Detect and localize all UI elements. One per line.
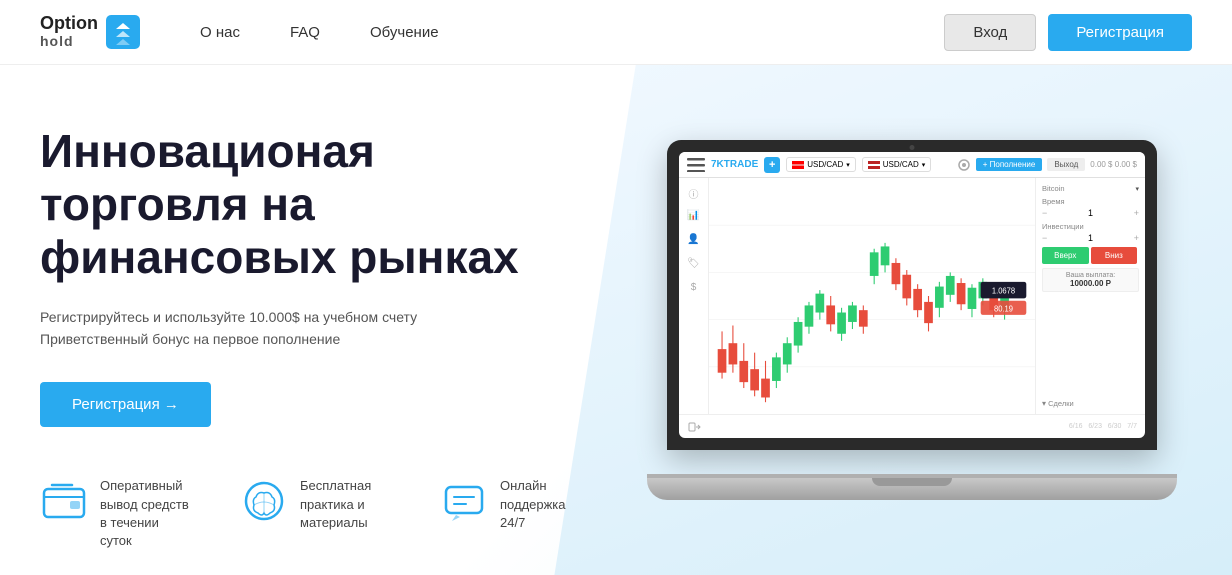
candlestick-chart: 1.0678 80.19 — [709, 178, 1035, 414]
sidebar-icon-tag[interactable]: 🏷 — [687, 258, 701, 272]
balance-display: 0.00 $ 0.00 $ — [1090, 160, 1137, 169]
currency-pair-1[interactable]: USD/CAD ▾ — [786, 157, 856, 172]
flag-icon-1 — [792, 161, 804, 169]
trading-topbar: 7K7KTRADETRADE + USD/CAD ▾ — [679, 152, 1145, 178]
laptop-base — [647, 478, 1177, 500]
flag-icon-2 — [868, 161, 880, 169]
login-button[interactable]: Вход — [944, 14, 1036, 51]
time-minus-btn[interactable]: − — [1042, 208, 1047, 218]
laptop-mockup: 7K7KTRADETRADE + USD/CAD ▾ — [647, 140, 1177, 520]
trading-ui: 7K7KTRADETRADE + USD/CAD ▾ — [679, 152, 1145, 438]
asset-row: Bitcoin ▾ — [1042, 184, 1139, 193]
chat-icon — [440, 477, 488, 525]
time-value: 1 — [1049, 208, 1131, 218]
chevron-down-asset[interactable]: ▾ — [1135, 185, 1139, 193]
hero-subtitle-line2: Приветственный бонус на первое пополнени… — [40, 328, 460, 350]
trading-panel: Bitcoin ▾ Время − 1 + — [1035, 178, 1145, 414]
exit-button[interactable]: Выход — [1047, 158, 1085, 171]
sidebar-icon-info[interactable]: ⓘ — [687, 186, 701, 200]
brain-icon — [240, 477, 288, 525]
hero-right: 7K7KTRADETRADE + USD/CAD ▾ — [632, 65, 1192, 575]
investment-label: Инвестиции — [1042, 222, 1139, 231]
logo-hold-text: hold — [40, 34, 98, 49]
hero-subtitle: Регистрируйтесь и используйте 10.000$ на… — [40, 306, 460, 351]
investment-section: Инвестиции − 1 + — [1042, 222, 1139, 243]
hero-title: Инновационая торговля на финансовых рынк… — [40, 125, 560, 284]
menu-icon — [687, 158, 705, 172]
logo-option-text: Option — [40, 14, 98, 34]
feature-chat-text: Онлайн поддержка 24/7 — [500, 477, 590, 532]
features-list: Оперативный вывод средств в течении суто… — [40, 477, 632, 550]
hero-left: Инновационая торговля на финансовых рынк… — [40, 65, 632, 575]
feature-item-brain: Бесплатная практика и материалы — [240, 477, 390, 550]
payout-label: Ваша выплата: — [1046, 272, 1135, 279]
currency-pair-1-label: USD/CAD — [807, 160, 843, 169]
logo: Option hold — [40, 14, 140, 49]
sidebar-icon-dollar[interactable]: $ — [687, 282, 701, 296]
chevron-down-icon-2: ▾ — [922, 161, 926, 169]
logo-icon — [106, 15, 140, 49]
investment-minus-btn[interactable]: − — [1042, 233, 1047, 243]
feature-item-chat: Онлайн поддержка 24/7 — [440, 477, 590, 550]
chart-area: 1.0678 80.19 — [709, 178, 1035, 414]
asset-label: Bitcoin — [1042, 184, 1065, 193]
trading-main: ⓘ 📊 👤 🏷 $ — [679, 178, 1145, 414]
investment-value: 1 — [1049, 233, 1131, 243]
laptop-screen: 7K7KTRADETRADE + USD/CAD ▾ — [667, 140, 1157, 450]
register-button[interactable]: Регистрация — [1048, 14, 1192, 51]
nav-about[interactable]: О нас — [200, 24, 240, 41]
logout-icon[interactable] — [687, 420, 701, 434]
trade-buttons: Вверх Вниз — [1042, 247, 1139, 264]
header-buttons: Вход Регистрация — [944, 14, 1192, 51]
deals-section: ▾ Сделки — [1042, 399, 1139, 408]
feature-brain-text: Бесплатная практика и материалы — [300, 477, 390, 532]
add-tab-button[interactable]: + — [764, 157, 780, 173]
svg-text:80.19: 80.19 — [994, 304, 1014, 313]
deposit-button[interactable]: + Пополнение — [976, 158, 1043, 171]
svg-text:1.0678: 1.0678 — [992, 286, 1016, 295]
feature-item-wallet: Оперативный вывод средств в течении суто… — [40, 477, 190, 550]
deals-icon: ▾ — [1042, 399, 1046, 408]
time-label: Время — [1042, 197, 1139, 206]
deals-label: Сделки — [1048, 399, 1074, 408]
topbar-right: + Пополнение Выход 0.00 $ 0.00 $ — [957, 158, 1137, 172]
chart-time-labels: 6/16 6/23 6/30 7/7 — [1069, 423, 1137, 430]
settings-icon[interactable] — [957, 158, 971, 172]
trading-bottombar: 6/16 6/23 6/30 7/7 — [679, 414, 1145, 438]
feature-wallet-text: Оперативный вывод средств в течении суто… — [100, 477, 190, 550]
camera-dot — [910, 145, 915, 150]
sidebar-icon-user[interactable]: 👤 — [687, 234, 701, 248]
wallet-icon — [40, 477, 88, 525]
trading-sidebar-left: ⓘ 📊 👤 🏷 $ — [679, 178, 709, 414]
currency-pair-2[interactable]: USD/CAD ▾ — [862, 157, 932, 172]
investment-plus-btn[interactable]: + — [1134, 233, 1139, 243]
hero-subtitle-line1: Регистрируйтесь и используйте 10.000$ на… — [40, 306, 460, 328]
main-nav: О нас FAQ Обучение — [200, 24, 944, 41]
screen-inner: 7K7KTRADETRADE + USD/CAD ▾ — [679, 152, 1145, 438]
payout-box: Ваша выплата: 10000.00 Р — [1042, 268, 1139, 292]
trade-up-button[interactable]: Вверх — [1042, 247, 1089, 264]
currency-pair-2-label: USD/CAD — [883, 160, 919, 169]
time-section: Время − 1 + — [1042, 197, 1139, 218]
trade-down-button[interactable]: Вниз — [1091, 247, 1138, 264]
nav-faq[interactable]: FAQ — [290, 24, 320, 41]
trading-logo: 7K7KTRADETRADE — [711, 159, 758, 170]
payout-value: 10000.00 Р — [1046, 279, 1135, 288]
hero-register-button[interactable]: Регистрация → — [40, 382, 211, 427]
chevron-down-icon-1: ▾ — [846, 161, 850, 169]
time-plus-btn[interactable]: + — [1134, 208, 1139, 218]
sidebar-icon-chart[interactable]: 📊 — [687, 210, 701, 224]
hero-section: Инновационая торговля на финансовых рынк… — [0, 65, 1232, 575]
nav-education[interactable]: Обучение — [370, 24, 439, 41]
